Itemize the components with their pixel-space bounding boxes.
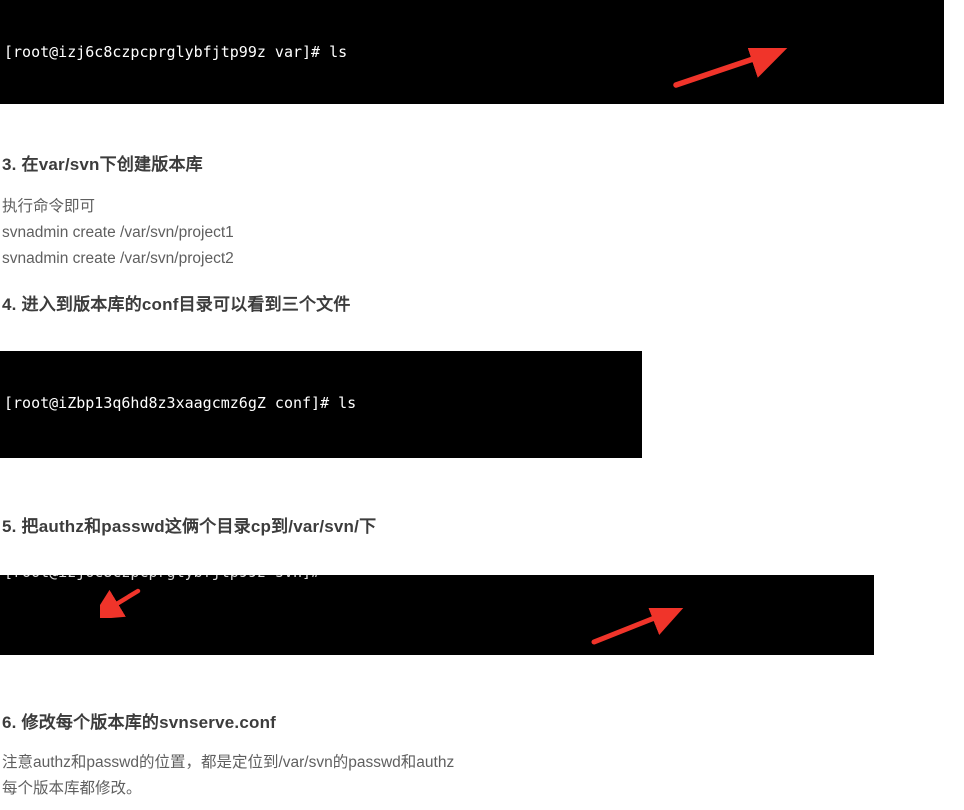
section-3-body-line-1: 执行命令即可	[2, 198, 96, 215]
terminal2-prompt-line-1: [root@iZbp13q6hd8z3xaagcmz6gZ conf]# ls	[4, 394, 357, 412]
terminal-block-var-ls: [root@izj6c8czpcprglybfjtp99z var]# ls a…	[0, 0, 944, 104]
terminal3-ghost-text: [root@izj6c8czpcprglybfjtp99z svn]#	[0, 575, 874, 581]
section-6-body-line-1: 注意authz和passwd的位置，都是定位到/var/svn的passwd和a…	[2, 754, 455, 771]
section-3-body-line-3: svnadmin create /var/svn/project2	[2, 250, 234, 267]
heading-section-4: 4. 进入到版本库的conf目录可以看到三个文件	[2, 295, 351, 314]
terminal3-clipped-top-line: [root@izj6c8czpcprglybfjtp99z svn]#	[0, 575, 874, 586]
terminal2-output-text: authz passwd svnserve.conf	[4, 457, 275, 458]
heading-section-3: 3. 在var/svn下创建版本库	[2, 155, 203, 174]
terminal2-output-line: authz passwd svnserve.conf	[0, 456, 642, 458]
heading-section-6: 6. 修改每个版本库的svnserve.conf	[2, 713, 277, 732]
section-3-body-line-2: svnadmin create /var/svn/project1	[2, 224, 234, 241]
heading-section-5: 5. 把authz和passwd这俩个目录cp到/var/svn/下	[2, 517, 377, 536]
terminal-block-svn-ls: [root@izj6c8czpcprglybfjtp99z svn]# [roo…	[0, 575, 874, 655]
section-6-body-line-2: 每个版本库都修改。	[2, 780, 142, 797]
terminal-block-conf-ls: [root@iZbp13q6hd8z3xaagcmz6gZ conf]# ls …	[0, 351, 642, 458]
terminal1-prompt-line-1: [root@izj6c8czpcprglybfjtp99z var]# ls	[4, 43, 348, 61]
